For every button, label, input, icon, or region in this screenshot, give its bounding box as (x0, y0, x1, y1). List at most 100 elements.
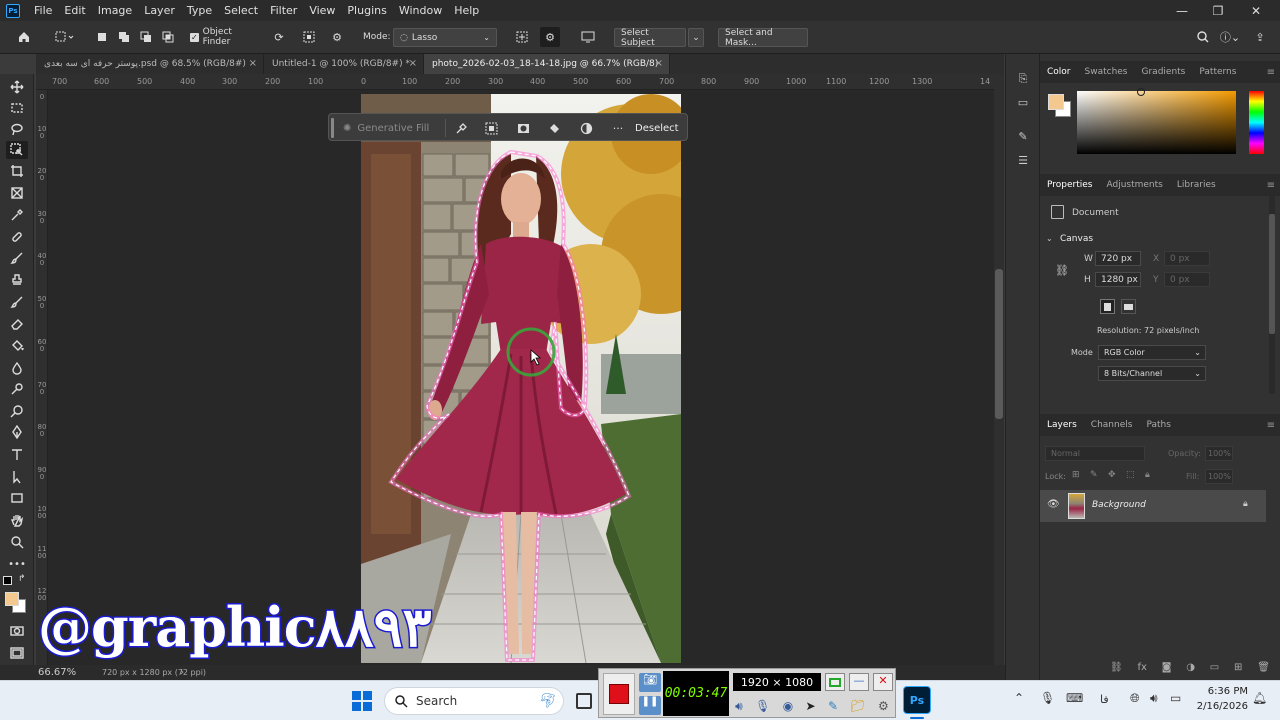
select-subject-button[interactable]: Select Subject (614, 28, 686, 48)
doc-tab-poster[interactable]: پوستر حرفه ای سه بعدی.psd @ 68.5% (RGB/8… (36, 54, 264, 74)
network-icon[interactable]: 🌐︎ (1130, 691, 1140, 706)
help-icon[interactable]: ⓘ⌄ (1218, 27, 1242, 47)
screen-mode-icon[interactable] (6, 644, 28, 662)
doc-tab-untitled[interactable]: Untitled-1 @ 100% (RGB/8#) * × (264, 54, 424, 74)
portrait-orientation-icon[interactable] (1100, 299, 1115, 314)
opacity-field[interactable]: 100% (1205, 446, 1233, 461)
link-icon[interactable]: ⛓ (1055, 264, 1069, 277)
select-and-mask-button[interactable]: Select and Mask... (718, 28, 808, 48)
height-field[interactable]: 1280 px (1095, 272, 1141, 287)
checkbox-icon[interactable]: ✓ (190, 32, 199, 42)
menu-edit[interactable]: Edit (58, 4, 91, 17)
foreground-color-swatch[interactable] (5, 592, 19, 606)
subtract-selection-icon[interactable] (138, 27, 154, 47)
history-icon[interactable]: ⎘ (1015, 72, 1031, 88)
menu-image[interactable]: Image (92, 4, 138, 17)
color-picker-field[interactable] (1077, 88, 1236, 154)
swap-colors-icon[interactable]: ↱ (18, 574, 26, 584)
tab-gradients[interactable]: Gradients (1135, 67, 1193, 77)
lock-artboard-icon[interactable]: ⬚ (1126, 470, 1135, 480)
restore-icon[interactable]: ❐ (1200, 0, 1236, 21)
tab-properties[interactable]: Properties (1040, 180, 1099, 190)
landscape-orientation-icon[interactable] (1121, 299, 1136, 314)
close-tab-icon[interactable]: × (655, 58, 663, 69)
blend-mode-select[interactable]: Normal (1045, 446, 1145, 461)
brushes-icon[interactable]: ✎ (1015, 130, 1031, 146)
menu-help[interactable]: Help (448, 4, 485, 17)
tab-swatches[interactable]: Swatches (1078, 67, 1135, 77)
fill-field[interactable]: 100% (1205, 469, 1233, 484)
y-field[interactable]: 0 px (1164, 272, 1210, 287)
more-tools-icon[interactable]: ••• (6, 555, 28, 573)
language-indicator[interactable]: فا (1100, 693, 1109, 706)
record-stop-button[interactable] (603, 673, 635, 715)
sample-all-layers-icon[interactable] (512, 27, 532, 47)
camera-icon[interactable]: 📷︎ (639, 673, 661, 692)
recording-resolution[interactable]: 1920 × 1080 (733, 673, 821, 691)
keyboard-icon[interactable]: ⌨ (1066, 691, 1083, 705)
menu-view[interactable]: View (303, 4, 341, 17)
adjustments-icon[interactable]: ☰ (1015, 154, 1031, 170)
scrollbar-thumb[interactable] (995, 269, 1003, 419)
object-selection-tool-icon[interactable] (6, 141, 28, 159)
more-options-icon[interactable]: ··· (610, 120, 626, 136)
frame-tool-icon[interactable] (6, 184, 28, 202)
rectangle-tool-icon[interactable] (6, 489, 28, 507)
pencil-icon[interactable]: ✎ (828, 699, 838, 713)
blur-tool-icon[interactable] (6, 359, 28, 377)
menu-filter[interactable]: Filter (264, 4, 303, 17)
cursor-icon[interactable]: ➤ (806, 699, 816, 713)
fx-icon[interactable]: fx (1138, 662, 1147, 678)
color-mode-select[interactable]: RGB Color ⌄ (1098, 345, 1206, 360)
doc-tab-photo[interactable]: photo_2026-02-03_18-14-18.jpg @ 66.7% (R… (424, 54, 670, 74)
gear-icon[interactable]: ⚙ (328, 27, 346, 47)
width-field[interactable]: 720 px (1095, 251, 1141, 266)
close-tab-icon[interactable]: × (249, 58, 257, 69)
move-tool-icon[interactable] (6, 78, 28, 96)
mode-select[interactable]: ◌ Lasso ⌄ (393, 28, 497, 47)
history-brush-tool-icon[interactable] (6, 293, 28, 311)
group-icon[interactable]: ▭ (1210, 662, 1219, 678)
type-tool-icon[interactable] (6, 446, 28, 464)
folder-icon[interactable]: 📁︎ (850, 699, 865, 713)
path-selection-tool-icon[interactable] (6, 468, 28, 486)
menu-window[interactable]: Window (393, 4, 448, 17)
lock-all-icon[interactable]: 🔒︎ (1145, 470, 1150, 480)
close-icon[interactable]: ✕ (1238, 0, 1274, 21)
zoom-level[interactable]: 66.67% (38, 667, 76, 678)
hue-slider[interactable] (1249, 91, 1264, 154)
select-subject-dropdown[interactable]: ⌄ (688, 28, 704, 47)
battery-icon[interactable]: ▭ (1170, 691, 1181, 705)
tab-libraries[interactable]: Libraries (1170, 180, 1223, 190)
webcam-icon[interactable]: ◉ (783, 699, 793, 713)
menu-select[interactable]: Select (218, 4, 264, 17)
region-icon[interactable] (825, 673, 845, 691)
select-and-mask-icon[interactable] (483, 120, 499, 136)
tab-paths[interactable]: Paths (1139, 420, 1177, 430)
task-view-icon[interactable] (576, 693, 592, 709)
search-icon[interactable] (1194, 27, 1212, 47)
x-field[interactable]: 0 px (1164, 251, 1210, 266)
paint-bucket-tool-icon[interactable] (6, 337, 28, 355)
tab-adjustments[interactable]: Adjustments (1099, 180, 1169, 190)
link-layers-icon[interactable]: ⛓ (1110, 662, 1123, 678)
menu-type[interactable]: Type (181, 4, 218, 17)
brush-tool-icon[interactable] (6, 249, 28, 267)
panel-menu-icon[interactable]: ≡ (1267, 420, 1275, 431)
fill-selection-icon[interactable] (546, 120, 562, 136)
refresh-icon[interactable]: ⟳ (270, 27, 288, 47)
object-finder-toggle[interactable]: ✓ Object Finder (190, 27, 260, 47)
microphone-icon[interactable]: 🎙︎ (755, 699, 770, 713)
lasso-tool-icon[interactable] (6, 120, 28, 138)
new-selection-icon[interactable] (94, 27, 110, 47)
chevron-down-icon[interactable]: ⌄ (1046, 234, 1053, 243)
menu-plugins[interactable]: Plugins (341, 4, 392, 17)
document-image[interactable] (361, 94, 681, 663)
photoshop-taskbar-icon[interactable]: Ps (903, 686, 931, 714)
clock-time[interactable]: 6:36 PM (1198, 686, 1248, 697)
lock-pixels-icon[interactable]: ✎ (1090, 470, 1098, 480)
clone-stamp-tool-icon[interactable] (6, 271, 28, 289)
zoom-tool-icon[interactable] (6, 533, 28, 551)
minimize-icon[interactable]: — (1164, 0, 1200, 21)
color-picker-handle[interactable] (1137, 88, 1145, 96)
